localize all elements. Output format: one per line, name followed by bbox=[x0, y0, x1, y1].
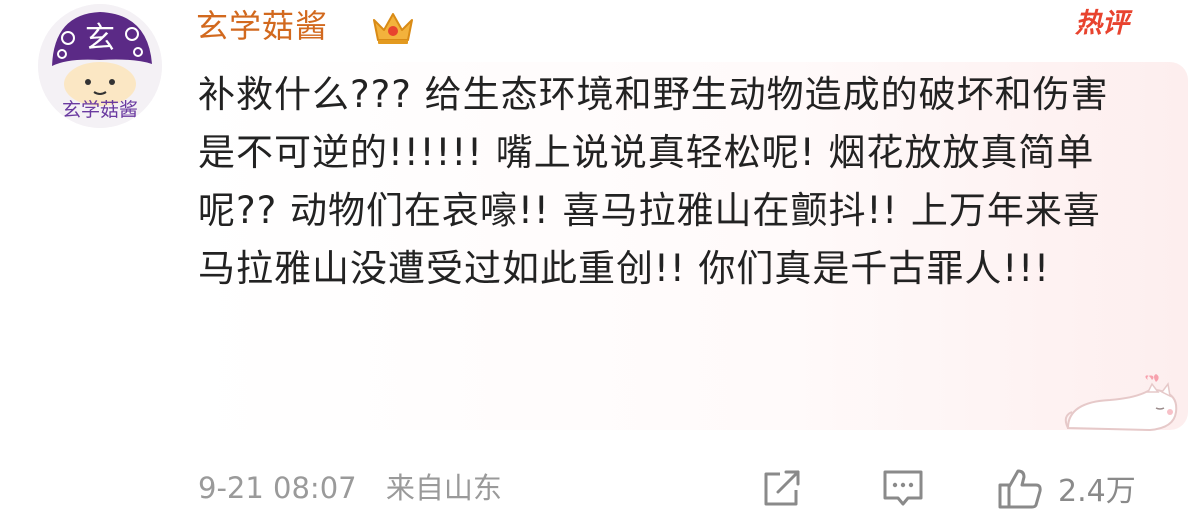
mushroom-avatar-icon: 玄 玄学菇酱 bbox=[38, 4, 162, 128]
hot-badge: 热评 bbox=[1075, 8, 1129, 39]
comment-icon bbox=[883, 470, 923, 506]
avatar-caption: 玄学菇酱 bbox=[62, 99, 138, 121]
comment-text: 补救什么??? 给生态环境和野生动物造成的破坏和伤害是不可逆的!!!!!! 嘴上… bbox=[198, 73, 1109, 290]
like-button[interactable]: 2.4万 bbox=[996, 464, 1136, 512]
comment-meta: 9-21 08:07 来自山东 bbox=[198, 468, 502, 508]
avatar-hat-char: 玄 bbox=[85, 21, 115, 56]
repost-button[interactable] bbox=[760, 464, 804, 512]
location: 来自山东 bbox=[385, 471, 502, 505]
reply-button[interactable] bbox=[880, 464, 926, 512]
like-count: 2.4万 bbox=[1058, 474, 1136, 509]
avatar[interactable]: 玄 玄学菇酱 bbox=[38, 4, 162, 128]
repost-icon bbox=[764, 470, 800, 506]
crown-icon bbox=[373, 13, 413, 44]
sleeping-cat-icon bbox=[1064, 374, 1178, 432]
timestamp: 9-21 08:07 bbox=[198, 471, 357, 505]
username[interactable]: 玄学菇酱 bbox=[196, 4, 328, 48]
thumbs-up-icon bbox=[998, 469, 1042, 509]
